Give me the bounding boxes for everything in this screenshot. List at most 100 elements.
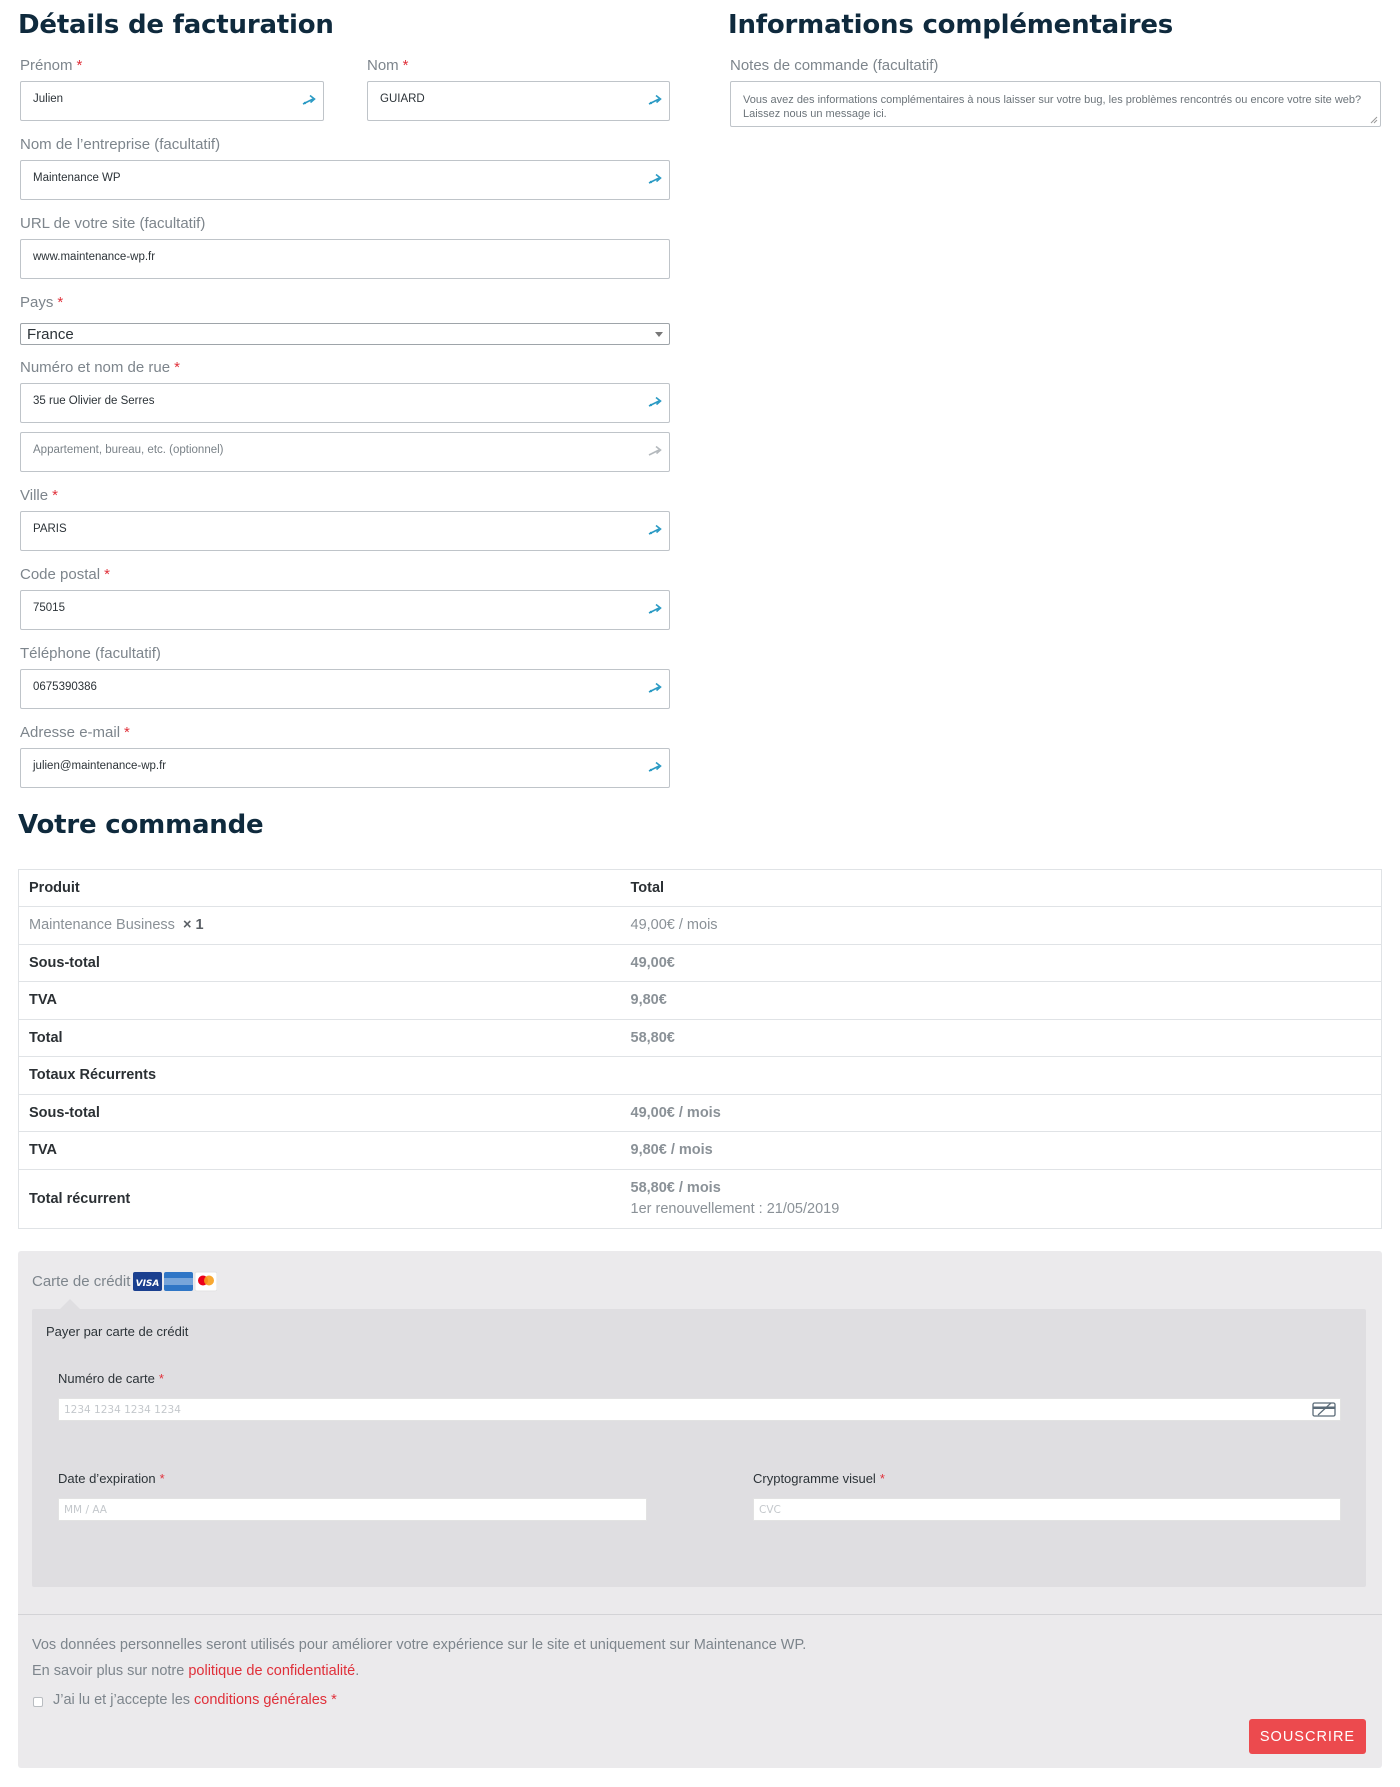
privacy-more-info: En savoir plus sur notre politique de co… <box>32 1663 360 1679</box>
company-field[interactable]: Maintenance WP <box>20 160 670 200</box>
product-name-cell: Maintenance Business × 1 <box>18 906 621 944</box>
visa-label: VISA <box>136 1279 160 1289</box>
card-number-label: Numéro de carte * <box>58 1371 164 1386</box>
autofill-key-icon[interactable] <box>647 444 663 458</box>
billing-title: Détails de facturation <box>18 10 334 40</box>
total-column-header: Total <box>630 880 665 896</box>
order-notes-label: Notes de commande (facultatif) <box>730 57 939 74</box>
tax-value: 9,80€ <box>620 981 1382 1019</box>
privacy-policy-link[interactable]: politique de confidentialité <box>188 1663 355 1679</box>
total-value: 58,80€ <box>620 1018 1382 1057</box>
order-review-table: Produit Total Maintenance Business × 1 4… <box>18 869 1382 1229</box>
recurring-subtotal-label: Sous-total <box>18 1093 621 1132</box>
street-line2-field[interactable]: Appartement, bureau, etc. (optionnel) <box>20 432 670 472</box>
product-price-cell: 49,00€ / mois <box>620 906 1382 944</box>
resize-grip-icon[interactable] <box>1370 116 1378 124</box>
street-field[interactable]: 35 rue Olivier de Serres <box>20 383 670 423</box>
email-value: julien@maintenance-wp.fr <box>33 760 167 772</box>
postcode-value: 75015 <box>33 602 65 614</box>
subtotal-value: 49,00€ <box>620 943 1382 982</box>
table-row: Maintenance Business × 1 49,00€ / mois <box>18 906 1382 944</box>
pay-by-card-text: Payer par carte de crédit <box>46 1324 189 1339</box>
subscribe-button[interactable]: SOUSCRIRE <box>1249 1719 1366 1754</box>
autofill-key-icon[interactable] <box>647 93 663 107</box>
expiry-placeholder: MM / AA <box>64 1504 107 1516</box>
last-name-label: Nom * <box>367 57 409 74</box>
card-number-placeholder: 1234 1234 1234 1234 <box>64 1404 181 1416</box>
expiry-label: Date d’expiration * <box>58 1471 165 1486</box>
subtotal-label: Sous-total <box>18 943 621 982</box>
order-title: Votre commande <box>18 810 264 840</box>
first-name-value: Julien <box>33 93 64 105</box>
additional-info-title: Informations complémentaires <box>728 10 1174 40</box>
table-header-row: Produit Total <box>19 870 1382 907</box>
autofill-key-icon[interactable] <box>647 172 663 186</box>
recurring-total-label: Total récurrent <box>18 1168 621 1228</box>
credit-card-icon <box>1312 1402 1336 1417</box>
country-label: Pays * <box>20 294 64 311</box>
cvc-input[interactable]: CVC <box>753 1498 1341 1521</box>
order-notes-textarea[interactable]: Vous avez des informations complémentair… <box>730 81 1381 127</box>
table-row: Sous-total 49,00€ <box>18 943 1382 982</box>
divider <box>18 1614 1382 1615</box>
terms-label[interactable]: J’ai lu et j’accepte les conditions géné… <box>53 1692 337 1708</box>
cvc-placeholder: CVC <box>759 1504 781 1516</box>
phone-field[interactable]: 0675390386 <box>20 669 670 709</box>
terms-checkbox[interactable] <box>33 1697 43 1707</box>
phone-label: Téléphone (facultatif) <box>20 645 161 662</box>
privacy-notice: Vos données personnelles seront utilisés… <box>32 1637 807 1653</box>
credit-card-form: Payer par carte de crédit Numéro de cart… <box>32 1299 1366 1587</box>
table-row: Sous-total 49,00€ / mois <box>18 1093 1382 1132</box>
recurring-subtotal-value: 49,00€ / mois <box>620 1093 1382 1132</box>
city-field[interactable]: PARIS <box>20 511 670 551</box>
postcode-label: Code postal * <box>20 566 110 583</box>
company-value: Maintenance WP <box>33 172 121 184</box>
tax-label: TVA <box>18 981 621 1019</box>
site-url-field[interactable]: www.maintenance-wp.fr <box>20 239 670 279</box>
total-label: Total <box>18 1018 621 1057</box>
expiry-input[interactable]: MM / AA <box>58 1498 647 1521</box>
country-select[interactable]: France <box>20 323 670 345</box>
street-label: Numéro et nom de rue * <box>20 359 180 376</box>
recurring-totals-heading: Totaux Récurrents <box>18 1056 1382 1094</box>
first-name-field[interactable]: Julien <box>20 81 324 121</box>
street-line2-placeholder: Appartement, bureau, etc. (optionnel) <box>33 444 224 456</box>
table-row: Totaux Récurrents <box>18 1056 1382 1094</box>
terms-link[interactable]: conditions générales <box>194 1692 327 1708</box>
first-name-label: Prénom * <box>20 57 83 74</box>
first-renewal-date: 1er renouvellement : 21/05/2019 <box>630 1201 840 1217</box>
card-brands-icons: VISA <box>133 1271 217 1292</box>
recurring-tax-value: 9,80€ / mois <box>620 1131 1382 1169</box>
recurring-tax-label: TVA <box>18 1131 621 1169</box>
autofill-key-icon[interactable] <box>301 93 317 107</box>
card-number-input[interactable]: 1234 1234 1234 1234 <box>58 1398 1341 1421</box>
autofill-key-icon[interactable] <box>647 681 663 695</box>
cvc-label: Cryptogramme visuel * <box>753 1471 885 1486</box>
payment-section: Carte de crédit VISA Payer par carte de … <box>18 1251 1382 1768</box>
city-value: PARIS <box>33 523 67 535</box>
postcode-field[interactable]: 75015 <box>20 590 670 630</box>
table-row: Total 58,80€ <box>18 1018 1382 1057</box>
recurring-total-value: 58,80€ / mois <box>630 1180 721 1196</box>
phone-value: 0675390386 <box>33 681 97 693</box>
autofill-key-icon[interactable] <box>647 523 663 537</box>
autofill-key-icon[interactable] <box>647 395 663 409</box>
product-column-header: Produit <box>29 880 80 896</box>
last-name-field[interactable]: GUIARD <box>367 81 670 121</box>
autofill-key-icon[interactable] <box>647 602 663 616</box>
email-field[interactable]: julien@maintenance-wp.fr <box>20 748 670 788</box>
table-row: TVA 9,80€ <box>18 981 1382 1019</box>
autofill-key-icon[interactable] <box>647 760 663 774</box>
table-row: Total récurrent 58,80€ / mois 1er renouv… <box>18 1168 1382 1228</box>
order-notes-placeholder-line2: Laissez nous un message ici. <box>743 108 887 120</box>
city-label: Ville * <box>20 487 58 504</box>
table-row: TVA 9,80€ / mois <box>18 1131 1382 1169</box>
site-url-label: URL de votre site (facultatif) <box>20 215 206 232</box>
country-value: France <box>27 326 74 343</box>
recurring-total-cell: 58,80€ / mois 1er renouvellement : 21/05… <box>620 1168 1382 1228</box>
last-name-value: GUIARD <box>380 93 425 105</box>
street-value: 35 rue Olivier de Serres <box>33 395 155 407</box>
order-notes-placeholder-line1: Vous avez des informations complémentair… <box>743 94 1362 106</box>
payment-method-label[interactable]: Carte de crédit <box>32 1273 130 1290</box>
company-label: Nom de l’entreprise (facultatif) <box>20 136 221 153</box>
